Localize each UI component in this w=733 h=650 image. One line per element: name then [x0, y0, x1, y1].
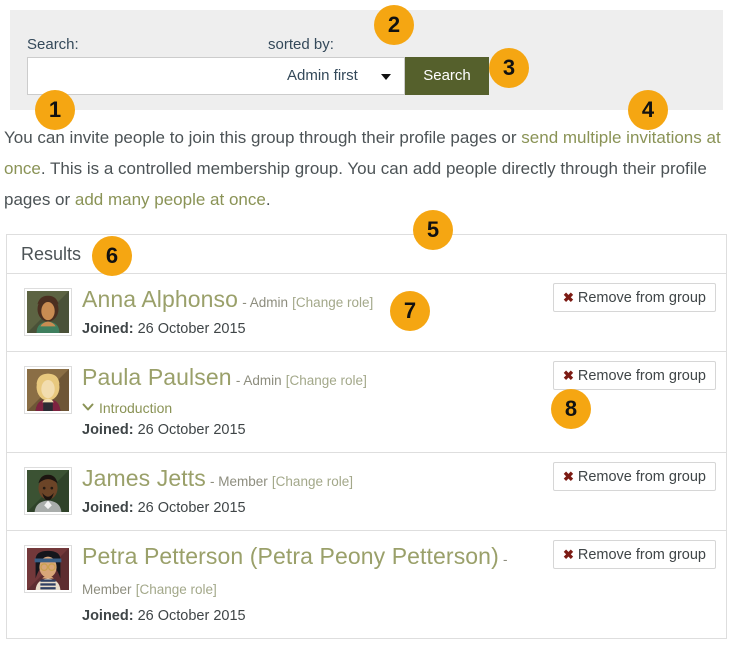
- avatar[interactable]: [24, 545, 72, 593]
- search-input[interactable]: [27, 57, 277, 95]
- joined-date-line: Joined: 26 October 2015: [82, 319, 536, 340]
- callout-badge-8: 8: [551, 389, 591, 429]
- close-x-icon: ✖: [563, 290, 574, 305]
- intro-text-part3: .: [266, 190, 271, 209]
- table-row: James Jetts - Member [Change role]Joined…: [7, 453, 726, 531]
- search-field-label: Search:: [27, 37, 79, 52]
- intro-text-part1: You can invite people to join this group…: [4, 128, 521, 147]
- avatar[interactable]: [24, 288, 72, 336]
- remove-from-group-label: Remove from group: [578, 290, 706, 306]
- sort-select-value: Admin first: [287, 67, 358, 85]
- results-title: Results: [21, 244, 81, 266]
- callout-badge-2: 2: [374, 5, 414, 45]
- remove-from-group-label: Remove from group: [578, 469, 706, 485]
- avatar[interactable]: [24, 467, 72, 515]
- remove-from-group-label: Remove from group: [578, 368, 706, 384]
- joined-label: Joined:: [82, 500, 134, 516]
- results-panel: Results Anna Alphonso - Admin [Change ro…: [6, 234, 727, 639]
- callout-badge-7: 7: [390, 291, 430, 331]
- member-name-line: Anna Alphonso - Admin [Change role]: [82, 284, 536, 318]
- member-name-line: Petra Petterson (Petra Peony Petterson) …: [82, 541, 536, 605]
- close-x-icon: ✖: [563, 368, 574, 383]
- callout-badge-6: 6: [92, 236, 132, 276]
- introduction-toggle[interactable]: Introduction: [82, 397, 536, 419]
- change-role-link[interactable]: [Change role]: [272, 474, 353, 489]
- table-row: Anna Alphonso - Admin [Change role]Joine…: [7, 274, 726, 352]
- member-role-label: - Admin: [236, 373, 282, 388]
- callout-badge-1: 1: [35, 90, 75, 130]
- member-name-link[interactable]: James Jetts: [82, 465, 206, 491]
- avatar[interactable]: [24, 366, 72, 414]
- member-name-link[interactable]: Paula Paulsen: [82, 364, 232, 390]
- close-x-icon: ✖: [563, 469, 574, 484]
- remove-from-group-button[interactable]: ✖ Remove from group: [553, 540, 716, 569]
- chevron-down-icon: [82, 401, 94, 413]
- joined-date-value: 26 October 2015: [138, 422, 246, 438]
- members-list: Anna Alphonso - Admin [Change role]Joine…: [7, 274, 726, 638]
- table-row: Paula Paulsen - Admin [Change role] Intro…: [7, 352, 726, 453]
- joined-date-value: 26 October 2015: [138, 500, 246, 516]
- sort-select[interactable]: Admin first: [268, 57, 405, 95]
- remove-from-group-button[interactable]: ✖ Remove from group: [553, 361, 716, 390]
- joined-label: Joined:: [82, 608, 134, 624]
- joined-date-line: Joined: 26 October 2015: [82, 606, 536, 627]
- change-role-link[interactable]: [Change role]: [136, 582, 217, 597]
- remove-from-group-label: Remove from group: [578, 547, 706, 563]
- member-name-line: Paula Paulsen - Admin [Change role]: [82, 362, 536, 396]
- table-row: Petra Petterson (Petra Peony Petterson) …: [7, 531, 726, 638]
- add-many-people-link[interactable]: add many people at once: [75, 190, 266, 209]
- joined-date-value: 26 October 2015: [138, 608, 246, 624]
- callout-badge-3: 3: [489, 48, 529, 88]
- member-name-link[interactable]: Anna Alphonso: [82, 286, 238, 312]
- joined-label: Joined:: [82, 422, 134, 438]
- member-name-link[interactable]: Petra Petterson (Petra Peony Petterson): [82, 543, 499, 569]
- member-name-line: James Jetts - Member [Change role]: [82, 463, 536, 497]
- chevron-down-icon: [381, 74, 391, 80]
- change-role-link[interactable]: [Change role]: [292, 295, 373, 310]
- joined-date-line: Joined: 26 October 2015: [82, 498, 536, 519]
- callout-badge-4: 4: [628, 90, 668, 130]
- search-button[interactable]: Search: [405, 57, 489, 95]
- joined-label: Joined:: [82, 321, 134, 337]
- introduction-label: Introduction: [99, 400, 172, 416]
- member-role-label: - Admin: [242, 295, 288, 310]
- close-x-icon: ✖: [563, 547, 574, 562]
- joined-date-value: 26 October 2015: [138, 321, 246, 337]
- group-membership-description: You can invite people to join this group…: [4, 122, 726, 215]
- member-role-label: - Member: [210, 474, 268, 489]
- remove-from-group-button[interactable]: ✖ Remove from group: [553, 462, 716, 491]
- callout-badge-5: 5: [413, 210, 453, 250]
- change-role-link[interactable]: [Change role]: [286, 373, 367, 388]
- search-filter-panel: Search: sorted by: Admin first Search: [10, 10, 723, 110]
- joined-date-line: Joined: 26 October 2015: [82, 420, 536, 441]
- remove-from-group-button[interactable]: ✖ Remove from group: [553, 283, 716, 312]
- sort-field-label: sorted by:: [268, 37, 334, 52]
